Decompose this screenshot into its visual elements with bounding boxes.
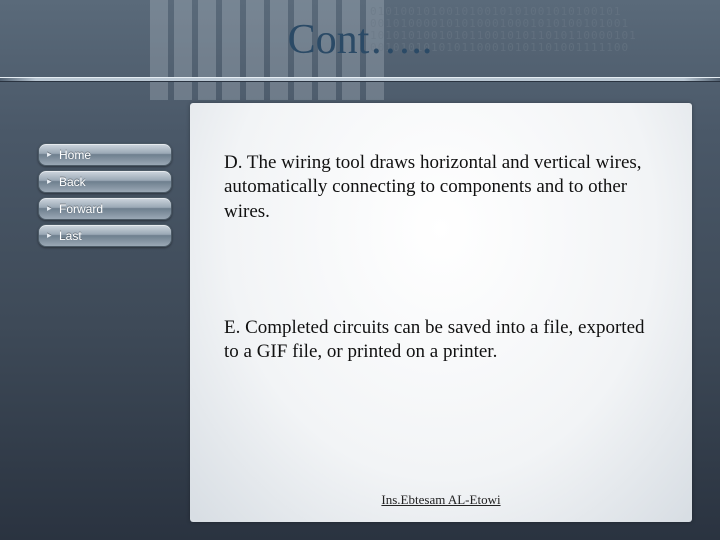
nav-forward-button[interactable]: Forward [38, 197, 172, 220]
sidebar-nav: Home Back Forward Last [0, 95, 190, 540]
paragraph-d: D. The wiring tool draws horizontal and … [224, 151, 654, 224]
nav-home-button[interactable]: Home [38, 143, 172, 166]
slide-header: Cont….. [0, 0, 720, 80]
page-title: Cont….. [288, 16, 433, 64]
footer-author: Ins.Ebtesam AL-Etowi [190, 492, 692, 508]
nav-last-button[interactable]: Last [38, 224, 172, 247]
content-panel: D. The wiring tool draws horizontal and … [190, 103, 692, 522]
nav-label: Last [59, 229, 82, 243]
nav-label: Back [59, 175, 86, 189]
nav-label: Home [59, 148, 91, 162]
nav-label: Forward [59, 202, 103, 216]
main-area: Home Back Forward Last D. The wiring too… [0, 95, 720, 540]
paragraph-e: E. Completed circuits can be saved into … [224, 316, 654, 365]
nav-back-button[interactable]: Back [38, 170, 172, 193]
header-divider [0, 78, 720, 81]
